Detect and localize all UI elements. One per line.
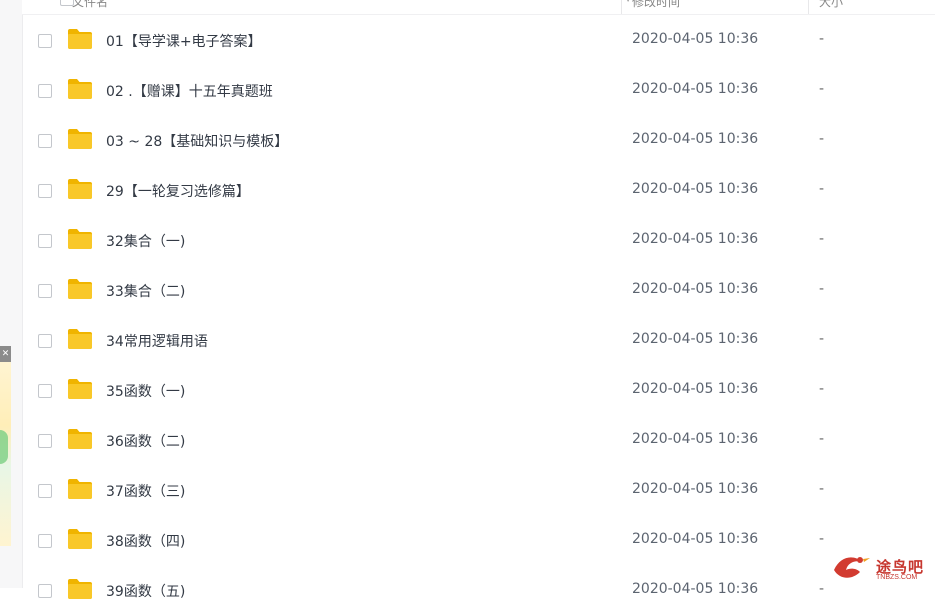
file-size: - (819, 231, 825, 247)
file-size: - (819, 31, 825, 47)
file-size: - (819, 581, 825, 597)
row-checkbox[interactable] (38, 234, 52, 248)
ad-leaf-icon (0, 430, 8, 464)
row-checkbox[interactable] (38, 184, 52, 198)
file-row[interactable]: 01【导学课+电子答案】 2020-04-05 10:36 - (22, 15, 935, 65)
folder-icon (68, 529, 92, 549)
folder-icon (68, 229, 92, 249)
file-modified: 2020-04-05 10:36 (632, 581, 759, 597)
file-size: - (819, 431, 825, 447)
row-checkbox[interactable] (38, 434, 52, 448)
row-checkbox[interactable] (38, 134, 52, 148)
row-checkbox[interactable] (38, 584, 52, 598)
folder-icon (68, 279, 92, 299)
file-row[interactable]: 37函数（三) 2020-04-05 10:36 - (22, 465, 935, 515)
folder-icon (68, 579, 92, 599)
file-size: - (819, 331, 825, 347)
folder-icon (68, 29, 92, 49)
file-size: - (819, 81, 825, 97)
file-size: - (819, 181, 825, 197)
sort-arrow-icon[interactable]: ▼ (625, 0, 631, 3)
header-name[interactable]: 文件名 (72, 0, 108, 10)
folder-icon (68, 479, 92, 499)
file-size: - (819, 481, 825, 497)
file-row[interactable]: 36函数（二) 2020-04-05 10:36 - (22, 415, 935, 465)
file-size: - (819, 531, 825, 547)
file-modified: 2020-04-05 10:36 (632, 531, 759, 547)
header-modified[interactable]: 修改时间 (632, 0, 680, 10)
ad-close-icon[interactable]: ✕ (0, 346, 11, 362)
file-modified: 2020-04-05 10:36 (632, 231, 759, 247)
file-modified: 2020-04-05 10:36 (632, 131, 759, 147)
file-row[interactable]: 35函数（一) 2020-04-05 10:36 - (22, 365, 935, 415)
file-row[interactable]: 02 .【赠课】十五年真题班 2020-04-05 10:36 - (22, 65, 935, 115)
file-name[interactable]: 29【一轮复习选修篇】 (106, 181, 250, 201)
file-modified: 2020-04-05 10:36 (632, 281, 759, 297)
folder-icon (68, 429, 92, 449)
column-divider[interactable] (808, 0, 809, 14)
file-name[interactable]: 36函数（二) (106, 431, 185, 451)
file-name[interactable]: 02 .【赠课】十五年真题班 (106, 81, 273, 101)
file-name[interactable]: 03 ~ 28【基础知识与模板】 (106, 131, 288, 151)
file-list-header: 文件名 ▼ 修改时间 大小 (22, 0, 935, 15)
row-checkbox[interactable] (38, 34, 52, 48)
file-modified: 2020-04-05 10:36 (632, 331, 759, 347)
header-size[interactable]: 大小 (819, 0, 843, 10)
file-row[interactable]: 33集合（二) 2020-04-05 10:36 - (22, 265, 935, 315)
file-name[interactable]: 34常用逻辑用语 (106, 331, 208, 351)
file-name[interactable]: 33集合（二) (106, 281, 185, 301)
file-name[interactable]: 32集合（一) (106, 231, 185, 251)
file-modified: 2020-04-05 10:36 (632, 431, 759, 447)
file-name[interactable]: 01【导学课+电子答案】 (106, 31, 262, 51)
folder-icon (68, 79, 92, 99)
file-modified: 2020-04-05 10:36 (632, 81, 759, 97)
file-modified: 2020-04-05 10:36 (632, 381, 759, 397)
folder-icon (68, 129, 92, 149)
row-checkbox[interactable] (38, 384, 52, 398)
row-checkbox[interactable] (38, 284, 52, 298)
file-modified: 2020-04-05 10:36 (632, 481, 759, 497)
file-size: - (819, 281, 825, 297)
folder-icon (68, 379, 92, 399)
watermark-logo: 途鸟吧 TNBZS.COM (830, 550, 930, 584)
file-row[interactable]: 39函数（五) 2020-04-05 10:36 - (22, 565, 935, 615)
file-size: - (819, 131, 825, 147)
file-name[interactable]: 39函数（五) (106, 581, 185, 601)
file-row[interactable]: 29【一轮复习选修篇】 2020-04-05 10:36 - (22, 165, 935, 215)
row-checkbox[interactable] (38, 534, 52, 548)
file-modified: 2020-04-05 10:36 (632, 181, 759, 197)
file-name[interactable]: 38函数（四) (106, 531, 185, 551)
file-list: 01【导学课+电子答案】 2020-04-05 10:36-02 .【赠课】十五年… (22, 15, 935, 615)
watermark-sub: TNBZS.COM (876, 574, 918, 581)
file-row[interactable]: 03 ~ 28【基础知识与模板】 2020-04-05 10:36 - (22, 115, 935, 165)
folder-icon (68, 329, 92, 349)
column-divider[interactable] (621, 0, 622, 14)
file-size: - (819, 381, 825, 397)
row-checkbox[interactable] (38, 334, 52, 348)
file-name[interactable]: 37函数（三) (106, 481, 185, 501)
row-checkbox[interactable] (38, 84, 52, 98)
folder-icon (68, 179, 92, 199)
file-row[interactable]: 38函数（四) 2020-04-05 10:36 - (22, 515, 935, 565)
file-modified: 2020-04-05 10:36 (632, 31, 759, 47)
file-row[interactable]: 34常用逻辑用语 2020-04-05 10:36 - (22, 315, 935, 365)
file-row[interactable]: 32集合（一) 2020-04-05 10:36 - (22, 215, 935, 265)
file-name[interactable]: 35函数（一) (106, 381, 185, 401)
bird-logo-icon (834, 557, 870, 578)
row-checkbox[interactable] (38, 484, 52, 498)
